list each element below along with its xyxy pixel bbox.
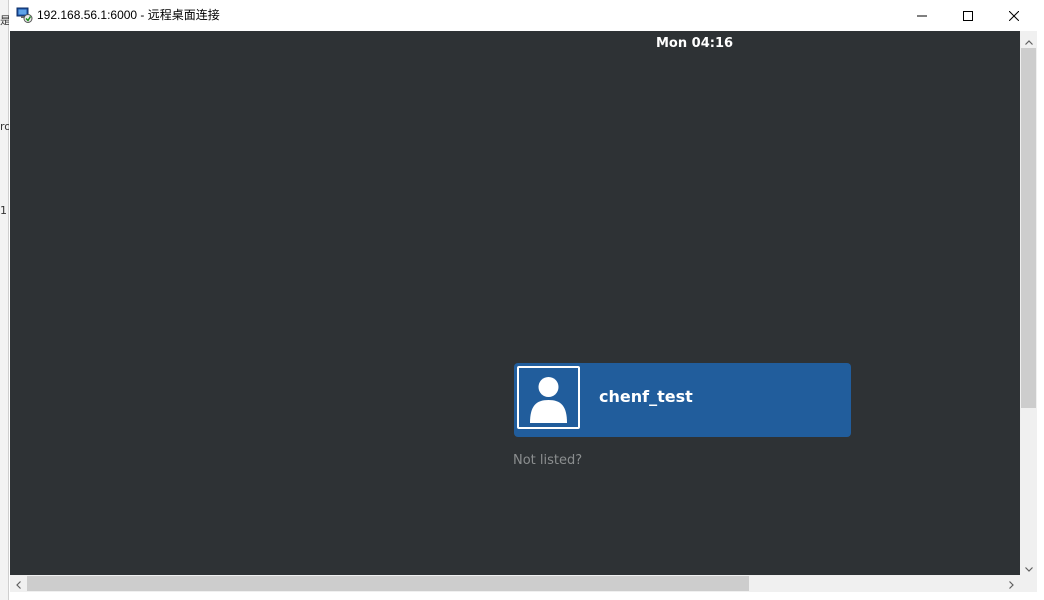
- maximize-icon: [963, 6, 973, 25]
- minimize-icon: [917, 6, 927, 25]
- scroll-right-button[interactable]: [1003, 575, 1020, 592]
- close-icon: [1008, 6, 1020, 25]
- close-button[interactable]: [991, 0, 1037, 31]
- avatar: [517, 366, 580, 429]
- remote-desktop-window: 是 ro 1 192.168.56.1:6000 - 远程桌面连接 Mon 04…: [0, 0, 1044, 600]
- scrollbar-corner: [1020, 575, 1037, 592]
- remote-desktop-icon: [16, 7, 33, 23]
- background-glyph: 1: [0, 204, 7, 217]
- chevron-right-icon: [1009, 574, 1014, 593]
- top-bar-clock[interactable]: Mon 04:16: [656, 36, 733, 52]
- background-glyph: 是: [0, 14, 9, 27]
- maximize-button[interactable]: [945, 0, 991, 31]
- user-name-label: chenf_test: [599, 387, 693, 406]
- horizontal-scroll-thumb[interactable]: [27, 576, 749, 591]
- window-title: 192.168.56.1:6000 - 远程桌面连接: [37, 8, 220, 22]
- horizontal-scrollbar[interactable]: [10, 575, 1020, 592]
- scroll-down-button[interactable]: [1020, 558, 1037, 575]
- chevron-down-icon: [1024, 557, 1033, 576]
- not-listed-link[interactable]: Not listed?: [513, 453, 582, 469]
- remote-screen[interactable]: Mon 04:16 chenf_test Not listed?: [10, 31, 1020, 575]
- background-glyph: ro: [0, 120, 9, 133]
- user-list-item[interactable]: chenf_test: [514, 363, 851, 437]
- user-avatar-icon: [519, 377, 578, 427]
- window-bottom-border: [9, 592, 1044, 600]
- background-desktop-strip: 是 ro 1: [0, 0, 9, 600]
- scroll-up-button[interactable]: [1020, 31, 1037, 48]
- minimize-button[interactable]: [899, 0, 945, 31]
- chevron-up-icon: [1024, 30, 1033, 49]
- vertical-scroll-thumb[interactable]: [1021, 48, 1036, 408]
- title-bar[interactable]: 192.168.56.1:6000 - 远程桌面连接: [9, 0, 1044, 31]
- scroll-left-button[interactable]: [10, 575, 27, 592]
- vertical-scrollbar[interactable]: [1020, 31, 1037, 575]
- chevron-left-icon: [16, 574, 21, 593]
- window-right-border: [1037, 31, 1044, 600]
